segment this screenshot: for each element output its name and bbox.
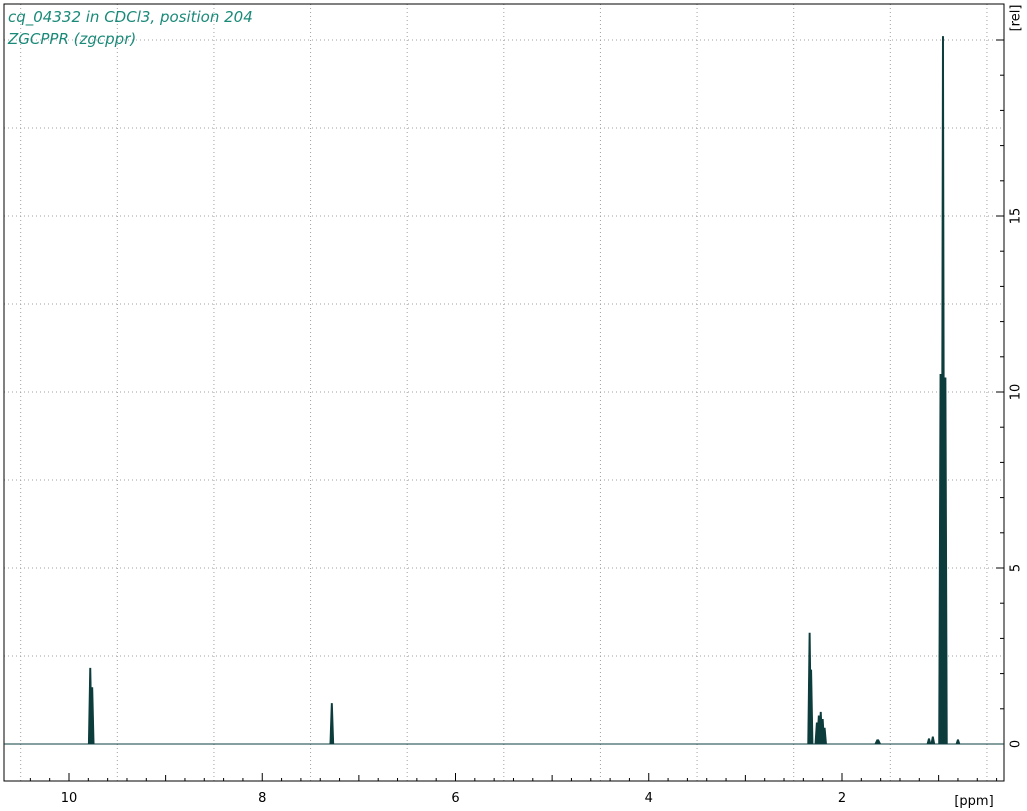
y-tick-label: 15: [1009, 208, 1024, 225]
x-axis-unit-label: [ppm]: [954, 794, 993, 809]
y-tick-label: 0: [1009, 740, 1024, 748]
y-axis-unit-label: [rel]: [1009, 5, 1024, 32]
x-axis: 10 8 6 4 2: [29, 773, 998, 806]
chart-title: cq_04332 in CDCl3, position 204: [8, 8, 253, 27]
y-tick-label: 10: [1009, 384, 1024, 401]
x-tick-label: 10: [61, 791, 78, 806]
spectrum-peak: [329, 703, 335, 745]
x-tick-label: 6: [451, 791, 459, 806]
spectrum-peak: [874, 739, 882, 745]
grid: [4, 4, 1004, 781]
spectrum-peak: [926, 738, 932, 745]
spectrum-peak: [955, 739, 961, 745]
nmr-spectrum-chart: 0 5 10 15 10 8 6 4 2 cq_04332 in CDCl3, positio…: [3, 3, 1024, 809]
x-tick-label: 2: [838, 791, 846, 806]
spectrum-peak: [930, 736, 936, 745]
y-axis: 0 5 10 15: [996, 39, 1024, 748]
chart-subtitle: ZGCPPR (zgcppr): [7, 30, 136, 48]
x-tick-label: 4: [645, 791, 653, 806]
y-tick-label: 5: [1009, 564, 1024, 572]
spectrum-trace: [4, 36, 1004, 745]
x-tick-label: 8: [258, 791, 266, 806]
